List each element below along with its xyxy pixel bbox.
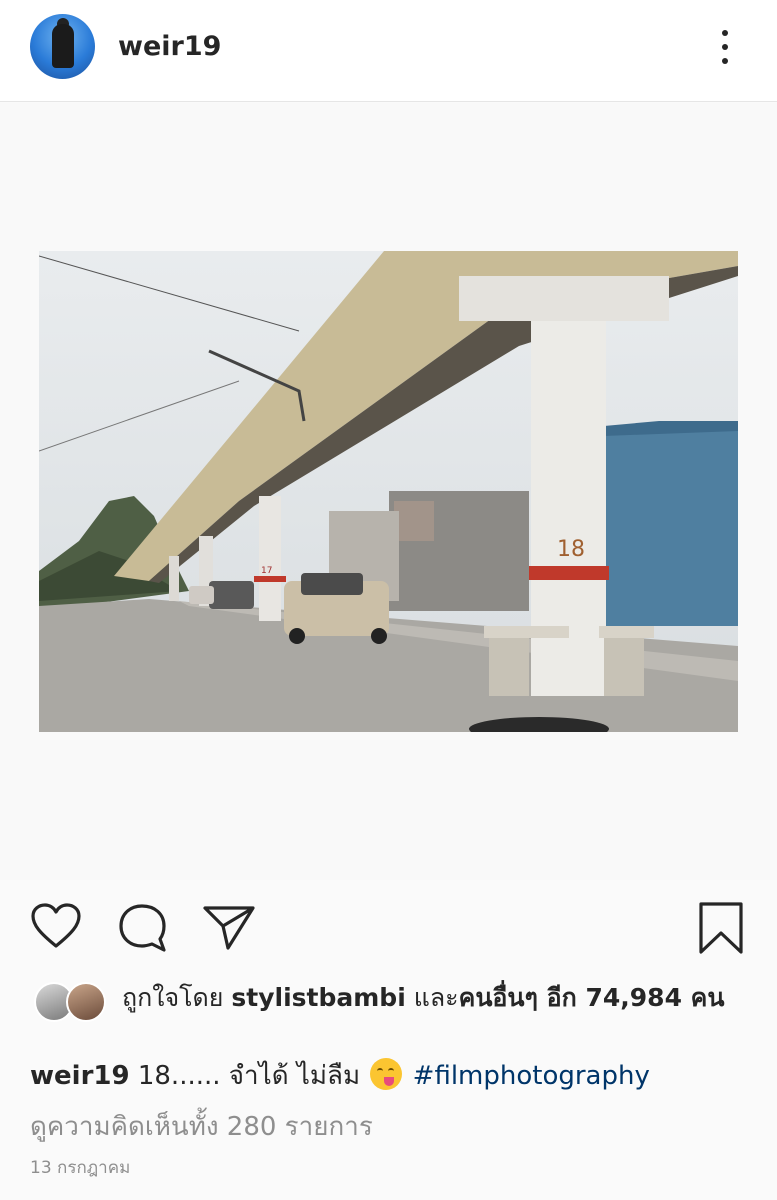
likes-prefix: ถูกใจโดย — [122, 983, 232, 1012]
post-caption: weir19 18...... จำได้ ไม่ลืม #filmphotog… — [30, 1058, 650, 1094]
likes-others-link[interactable]: คนอื่นๆ อีก 74,984 คน — [459, 983, 725, 1012]
view-all-comments[interactable]: ดูความคิดเห็นทั้ง 280 รายการ — [30, 1106, 373, 1147]
post-media[interactable]: 18 17 — [0, 103, 777, 880]
pillar-label-17: 17 — [261, 566, 272, 576]
post-username[interactable]: weir19 — [118, 31, 221, 62]
likes-middle: และ — [405, 983, 459, 1012]
yum-emoji-icon — [370, 1058, 403, 1090]
comment-icon[interactable] — [118, 903, 170, 957]
more-vertical-icon[interactable] — [716, 27, 734, 67]
caption-username[interactable]: weir19 — [30, 1061, 130, 1091]
post-actions — [0, 895, 777, 965]
heart-icon[interactable] — [30, 903, 82, 953]
post-photo: 18 17 — [39, 251, 738, 732]
post-header: weir19 — [0, 0, 777, 102]
pillar-label-18: 18 — [557, 537, 585, 562]
caption-hashtag[interactable]: #filmphotography — [413, 1061, 650, 1091]
post-date: 13 กรกฎาคม — [30, 1158, 131, 1178]
liked-by-user[interactable]: stylistbambi — [231, 983, 405, 1012]
send-icon[interactable] — [202, 903, 256, 955]
liker-avatar — [66, 982, 106, 1022]
likes-text: ถูกใจโดย stylistbambi และคนอื่นๆ อีก 74,… — [122, 980, 742, 1016]
profile-avatar[interactable] — [30, 14, 95, 79]
caption-text: 18...... จำได้ ไม่ลืม — [129, 1061, 369, 1091]
liker-avatars[interactable] — [34, 982, 106, 1022]
bookmark-icon[interactable] — [697, 901, 745, 959]
